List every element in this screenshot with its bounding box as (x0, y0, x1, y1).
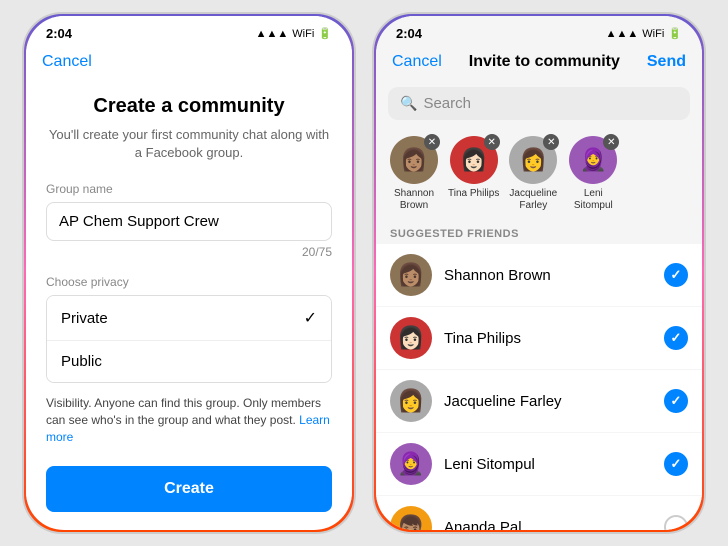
selected-avatar-shannon: 👩🏽 ✕ Shannon Brown (388, 136, 440, 212)
tina-name: Tina Philips (448, 188, 499, 200)
friend-name-shannon: Shannon Brown (444, 267, 664, 284)
signal-icon-right: ▲▲▲ (606, 28, 639, 40)
search-icon: 🔍 (400, 95, 417, 112)
left-status-icons: ▲▲▲ WiFi 🔋 (256, 27, 332, 40)
friend-name-jacqueline: Jacqueline Farley (444, 393, 664, 410)
friend-check-shannon[interactable] (664, 263, 688, 287)
shannon-name: Shannon Brown (388, 188, 440, 212)
friend-avatar-tina: 👩🏻 (390, 317, 432, 359)
leni-remove-button[interactable]: ✕ (603, 134, 619, 150)
create-community-title: Create a community (46, 95, 332, 118)
group-name-label: Group name (46, 182, 332, 196)
wifi-icon: WiFi (292, 28, 314, 40)
jacqueline-remove-button[interactable]: ✕ (543, 134, 559, 150)
right-cancel-button[interactable]: Cancel (392, 53, 442, 71)
friend-name-leni: Leni Sitompul (444, 456, 664, 473)
left-phone: 2:04 ▲▲▲ WiFi 🔋 Cancel Create a communit… (22, 12, 356, 534)
send-button[interactable]: Send (647, 53, 686, 71)
selected-avatars-row: 👩🏽 ✕ Shannon Brown 👩🏻 ✕ Tina Philips 👩 ✕… (376, 128, 702, 220)
friend-avatar-jacqueline: 👩 (390, 380, 432, 422)
privacy-options: Private ✓ Public (46, 295, 332, 383)
jacqueline-name: Jacqueline Farley (507, 188, 559, 212)
friend-check-tina[interactable] (664, 326, 688, 350)
left-content: Create a community You'll create your fi… (26, 79, 352, 528)
friend-avatar-shannon: 👩🏽 (390, 254, 432, 296)
friend-item-leni[interactable]: 🧕 Leni Sitompul (376, 433, 702, 495)
wifi-icon-right: WiFi (642, 28, 664, 40)
friend-check-ananda[interactable] (664, 515, 688, 530)
friend-check-leni[interactable] (664, 452, 688, 476)
battery-icon: 🔋 (318, 27, 332, 40)
selected-avatar-tina: 👩🏻 ✕ Tina Philips (448, 136, 499, 212)
privacy-option-public[interactable]: Public (47, 340, 331, 382)
friend-item-jacqueline[interactable]: 👩 Jacqueline Farley (376, 370, 702, 432)
visibility-text: Visibility. Anyone can find this group. … (46, 395, 332, 445)
right-phone: 2:04 ▲▲▲ WiFi 🔋 Cancel Invite to communi… (372, 12, 706, 534)
suggested-friends-label: SUGGESTED FRIENDS (376, 220, 702, 244)
create-community-subtitle: You'll create your first community chat … (46, 126, 332, 162)
privacy-option-private[interactable]: Private ✓ (47, 296, 331, 340)
friend-item-ananda[interactable]: 👦🏽 Ananda Pal (376, 496, 702, 530)
private-checkmark: ✓ (304, 308, 317, 328)
battery-icon-right: 🔋 (668, 27, 682, 40)
friend-item-tina[interactable]: 👩🏻 Tina Philips (376, 307, 702, 369)
tina-remove-button[interactable]: ✕ (484, 134, 500, 150)
public-label: Public (61, 353, 102, 370)
char-count: 20/75 (46, 245, 332, 259)
left-cancel-button[interactable]: Cancel (42, 53, 92, 70)
friend-avatar-leni: 🧕 (390, 443, 432, 485)
left-time: 2:04 (46, 26, 72, 41)
right-status-icons: ▲▲▲ WiFi 🔋 (606, 27, 682, 40)
shannon-remove-button[interactable]: ✕ (424, 134, 440, 150)
right-status-bar: 2:04 ▲▲▲ WiFi 🔋 (376, 16, 702, 45)
friend-check-jacqueline[interactable] (664, 389, 688, 413)
selected-avatar-leni: 🧕 ✕ Leni Sitompul (567, 136, 619, 212)
left-status-bar: 2:04 ▲▲▲ WiFi 🔋 (26, 16, 352, 45)
search-placeholder: Search (423, 95, 471, 112)
friend-list: 👩🏽 Shannon Brown 👩🏻 Tina Philips 👩 Jacqu… (376, 244, 702, 530)
friend-item-shannon[interactable]: 👩🏽 Shannon Brown (376, 244, 702, 306)
right-nav: Cancel Invite to community Send (376, 45, 702, 79)
left-nav: Cancel (26, 45, 352, 79)
leni-name: Leni Sitompul (567, 188, 619, 212)
signal-icon: ▲▲▲ (256, 28, 289, 40)
privacy-label: Choose privacy (46, 275, 332, 289)
friend-name-ananda: Ananda Pal (444, 519, 664, 531)
right-time: 2:04 (396, 26, 422, 41)
friend-avatar-ananda: 👦🏽 (390, 506, 432, 530)
search-bar[interactable]: 🔍 Search (388, 87, 690, 120)
selected-avatar-jacqueline: 👩 ✕ Jacqueline Farley (507, 136, 559, 212)
private-label: Private (61, 310, 108, 327)
group-name-input[interactable] (46, 202, 332, 241)
invite-title: Invite to community (469, 53, 620, 71)
create-button[interactable]: Create (46, 466, 332, 512)
friend-name-tina: Tina Philips (444, 330, 664, 347)
